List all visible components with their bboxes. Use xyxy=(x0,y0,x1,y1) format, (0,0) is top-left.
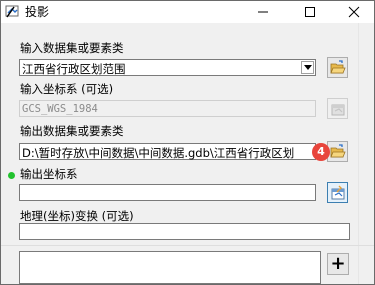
chevron-down-icon[interactable] xyxy=(301,61,314,74)
input-dataset-value: 江西省行政区划范围 xyxy=(22,62,126,76)
input-dataset-browse-button[interactable] xyxy=(327,57,348,78)
maximize-button[interactable] xyxy=(288,1,332,23)
add-transform-button[interactable]: + xyxy=(327,253,349,275)
input-dataset-dropdown[interactable]: 江西省行政区划范围 xyxy=(19,59,316,76)
folder-open-icon xyxy=(330,144,346,158)
section-divider xyxy=(1,245,374,246)
app-icon xyxy=(5,3,21,19)
output-crs-properties-button[interactable] xyxy=(327,182,348,203)
output-dataset-value: D:\暂时存放\中间数据\中间数据.gdb\江西省行政区划 xyxy=(22,146,295,160)
input-crs-properties-button xyxy=(327,98,348,119)
required-indicator-icon xyxy=(8,172,15,179)
window-title: 投影 xyxy=(25,5,50,19)
close-button[interactable] xyxy=(332,1,375,23)
geo-transform-input[interactable] xyxy=(19,223,350,240)
output-dataset-label: 输出数据集或要素类 xyxy=(20,124,124,138)
minimize-button[interactable] xyxy=(241,1,285,23)
plus-icon: + xyxy=(330,253,346,274)
input-crs-field: GCS_WGS_1984 xyxy=(19,100,316,117)
coordinate-properties-icon xyxy=(331,104,345,116)
input-dataset-label: 输入数据集或要素类 xyxy=(20,41,124,55)
title-bar: 投影 xyxy=(1,1,374,23)
output-crs-field[interactable] xyxy=(19,184,316,201)
projection-dialog: 投影 输入数据集或要素类 江西省行政区划范围 输入坐标系 (可选) GCS_WG… xyxy=(0,0,375,285)
folder-open-icon xyxy=(330,60,346,74)
geo-transform-label: 地理(坐标)变换 (可选) xyxy=(20,209,134,223)
input-crs-value: GCS_WGS_1984 xyxy=(22,103,98,115)
output-crs-label: 输出坐标系 xyxy=(20,167,78,181)
output-dataset-input[interactable]: D:\暂时存放\中间数据\中间数据.gdb\江西省行政区划 xyxy=(19,143,316,160)
coordinate-properties-icon xyxy=(331,185,345,200)
dialog-content: 输入数据集或要素类 江西省行政区划范围 输入坐标系 (可选) GCS_WGS_1… xyxy=(1,23,374,284)
geo-transform-list[interactable] xyxy=(19,251,321,284)
output-dataset-browse-button[interactable] xyxy=(327,141,348,162)
input-crs-label: 输入坐标系 (可选) xyxy=(20,82,114,96)
step-number-badge: 4 xyxy=(312,143,330,161)
